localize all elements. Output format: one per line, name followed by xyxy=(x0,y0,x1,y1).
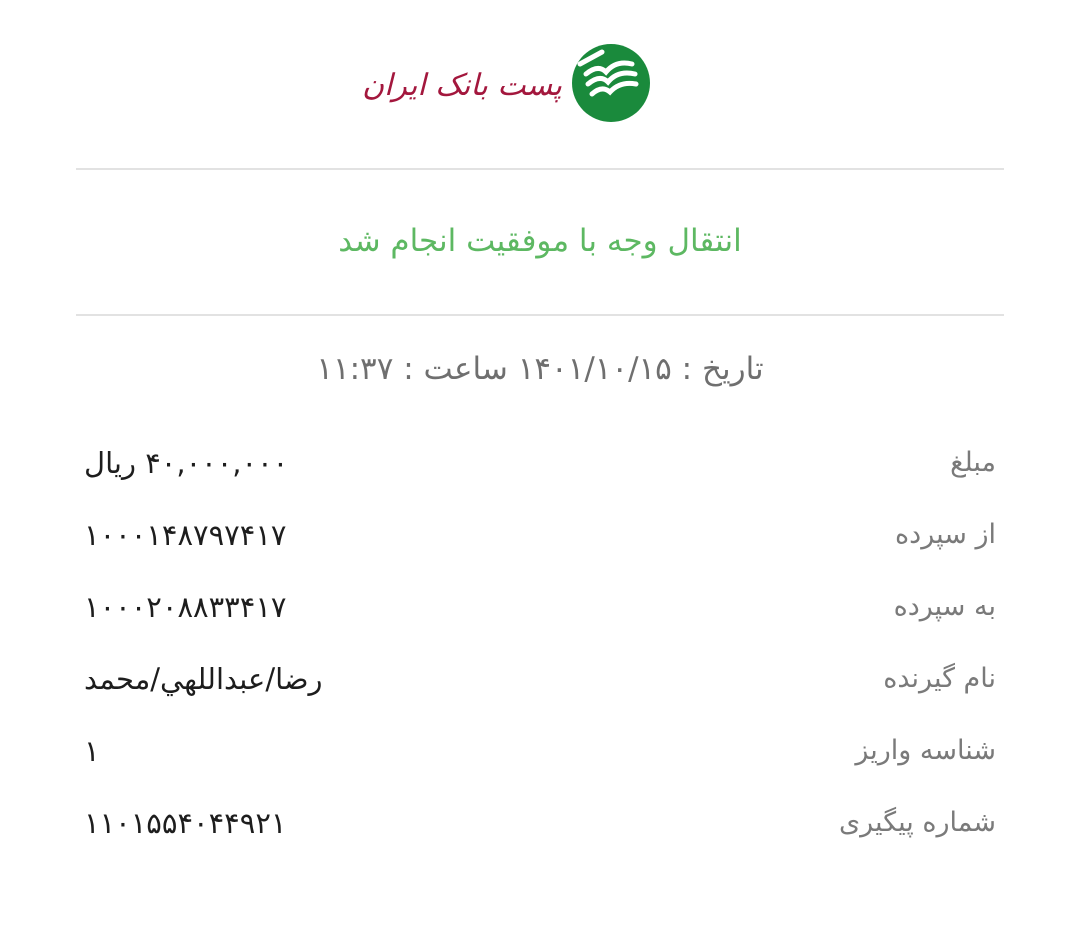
to-account-value: ۱۰۰۰۲۰۸۸۳۳۴۱۷ xyxy=(84,590,287,624)
amount-label: مبلغ xyxy=(950,447,996,478)
from-account-label: از سپرده xyxy=(895,519,996,550)
divider-middle xyxy=(76,314,1004,316)
transaction-details: مبلغ ۴۰,۰۰۰,۰۰۰ ریال از سپرده ۱۰۰۰۱۴۸۷۹۷… xyxy=(84,440,996,872)
tracking-number-label: شماره پیگیری xyxy=(839,807,996,838)
transaction-datetime: تاریخ : ۱۴۰۱/۱۰/۱۵ ساعت : ۱۱:۳۷ xyxy=(316,351,764,387)
from-account-value: ۱۰۰۰۱۴۸۷۹۷۴۱۷ xyxy=(84,518,287,552)
recipient-name-value: رضا/عبداللهي/محمد xyxy=(84,662,323,696)
amount-value: ۴۰,۰۰۰,۰۰۰ ریال xyxy=(84,446,289,480)
detail-row-deposit-id: شناسه واریز ۱ xyxy=(84,728,996,800)
deposit-id-value: ۱ xyxy=(84,734,100,768)
recipient-name-label: نام گیرنده xyxy=(883,663,996,694)
to-account-label: به سپرده xyxy=(893,591,996,622)
bank-header: پست بانک ایران xyxy=(0,40,1080,130)
deposit-id-label: شناسه واریز xyxy=(855,735,996,766)
detail-row-from-account: از سپرده ۱۰۰۰۱۴۸۷۹۷۴۱۷ xyxy=(84,512,996,584)
bank-name-logo: پست بانک ایران xyxy=(362,68,562,103)
detail-row-tracking-number: شماره پیگیری ۱۱۰۱۵۵۴۰۴۴۹۲۱ xyxy=(84,800,996,872)
detail-row-to-account: به سپرده ۱۰۰۰۲۰۸۸۳۳۴۱۷ xyxy=(84,584,996,656)
transfer-success-message: انتقال وجه با موفقیت انجام شد xyxy=(338,223,742,259)
post-bank-emblem-icon xyxy=(572,44,650,122)
detail-row-amount: مبلغ ۴۰,۰۰۰,۰۰۰ ریال xyxy=(84,440,996,512)
detail-row-recipient-name: نام گیرنده رضا/عبداللهي/محمد xyxy=(84,656,996,728)
divider-top xyxy=(76,168,1004,170)
tracking-number-value: ۱۱۰۱۵۵۴۰۴۴۹۲۱ xyxy=(84,806,287,840)
